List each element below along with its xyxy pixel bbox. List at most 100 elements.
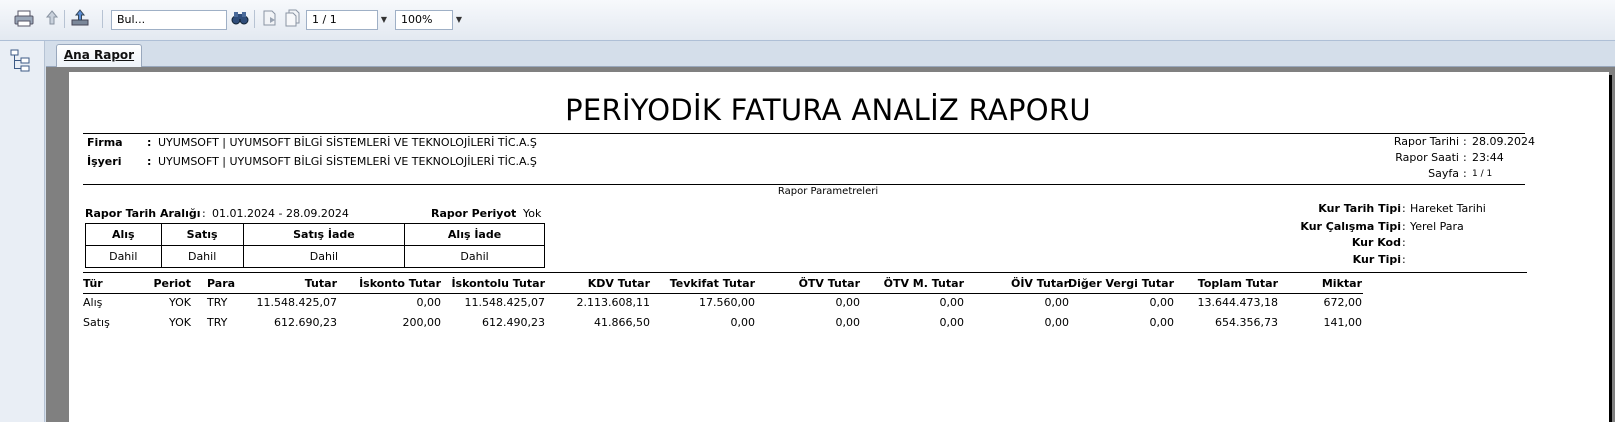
column-header: İskontolu Tutar xyxy=(451,277,545,290)
cell: TRY xyxy=(207,316,228,329)
column-header: Miktar xyxy=(1321,277,1362,290)
cell: 200,00 xyxy=(402,316,442,329)
cell: 654.356,73 xyxy=(1215,316,1278,329)
colon: : xyxy=(147,136,152,149)
header-underline xyxy=(83,293,1363,294)
binoculars-icon[interactable] xyxy=(230,9,252,29)
column-header: Tevkifat Tutar xyxy=(669,277,755,290)
param-header: Satış İade xyxy=(242,223,406,246)
toolbar-separator xyxy=(64,10,65,28)
tab-strip: Ana Rapor xyxy=(46,41,1615,67)
cell: 11.548.425,07 xyxy=(256,296,337,309)
colon: : xyxy=(1463,135,1467,148)
tarih-araligi-label: Rapor Tarih Aralığı xyxy=(85,207,201,220)
column-header: Para xyxy=(207,277,236,290)
firma-value: UYUMSOFT | UYUMSOFT BİLGİ SİSTEMLERİ VE … xyxy=(158,136,537,149)
report-title: PERİYODİK FATURA ANALİZ RAPORU xyxy=(565,93,1091,127)
colon: : xyxy=(513,207,517,220)
tarih-araligi-value: 01.01.2024 - 28.09.2024 xyxy=(212,207,349,220)
report-viewer: PERİYODİK FATURA ANALİZ RAPORU Firma : U… xyxy=(46,67,1615,422)
cell: 17.560,00 xyxy=(699,296,755,309)
report-page: PERİYODİK FATURA ANALİZ RAPORU Firma : U… xyxy=(69,72,1609,422)
colon: : xyxy=(1463,151,1467,164)
toolbar: Bul... 1 / 1 ▼ 100% ▼ xyxy=(0,0,1615,41)
cell: 612.690,23 xyxy=(274,316,337,329)
kur-calisma-tipi-label: Kur Çalışma Tipi xyxy=(1300,220,1401,233)
colon: : xyxy=(1402,202,1406,215)
column-header: İskonto Tutar xyxy=(359,277,441,290)
cell: 0,00 xyxy=(835,296,861,309)
cell: 0,00 xyxy=(416,296,442,309)
cell: 672,00 xyxy=(1323,296,1363,309)
column-header: ÖİV Tutar xyxy=(1010,277,1069,290)
column-header: Tür xyxy=(83,277,103,290)
colon: : xyxy=(1402,253,1406,266)
divider xyxy=(83,133,1525,134)
isyeri-label: İşyeri xyxy=(87,155,122,168)
search-input[interactable]: Bul... xyxy=(111,10,227,30)
colon: : xyxy=(202,207,206,220)
periyot-label: Rapor Periyot xyxy=(431,207,517,220)
cell: 0,00 xyxy=(1044,296,1070,309)
param-header: Alış İade xyxy=(404,223,545,246)
cell: 41.866,50 xyxy=(594,316,650,329)
column-header: Tutar xyxy=(304,277,337,290)
sayfa-label: Sayfa xyxy=(1428,167,1459,180)
kur-kod-label: Kur Kod xyxy=(1351,236,1401,249)
zoom-select[interactable]: 100% xyxy=(395,10,453,30)
chevron-down-icon[interactable]: ▼ xyxy=(453,10,465,30)
colon: : xyxy=(1463,167,1467,180)
chevron-down-icon[interactable]: ▼ xyxy=(378,10,390,30)
upload-icon[interactable] xyxy=(70,9,92,29)
cell: 11.548.425,07 xyxy=(464,296,545,309)
left-pane xyxy=(0,41,45,422)
kur-tarih-tipi-value: Hareket Tarihi xyxy=(1410,202,1486,215)
column-header: Periot xyxy=(153,277,191,290)
toolbar-separator xyxy=(102,10,103,28)
document-map-icon[interactable] xyxy=(8,47,34,73)
column-header: Diğer Vergi Tutar xyxy=(1068,277,1174,290)
cell: 13.644.473,18 xyxy=(1197,296,1278,309)
colon: : xyxy=(147,155,152,168)
rapor-saati-label: Rapor Saati xyxy=(1395,151,1459,164)
colon: : xyxy=(1402,236,1406,249)
param-header: Alış xyxy=(85,223,162,246)
cell: 0,00 xyxy=(1149,316,1175,329)
rapor-tarihi-value: 28.09.2024 xyxy=(1472,135,1535,148)
pages-icon[interactable] xyxy=(283,9,305,29)
param-value: Dahil xyxy=(242,245,406,268)
cell: 0,00 xyxy=(1044,316,1070,329)
column-header: ÖTV M. Tutar xyxy=(883,277,964,290)
cell: 0,00 xyxy=(1149,296,1175,309)
export-icon[interactable] xyxy=(42,9,64,29)
cell: 0,00 xyxy=(939,296,965,309)
cell: YOK xyxy=(169,296,191,309)
periyot-value: Yok xyxy=(523,207,542,220)
column-header: Toplam Tutar xyxy=(1197,277,1278,290)
isyeri-value: UYUMSOFT | UYUMSOFT BİLGİ SİSTEMLERİ VE … xyxy=(158,155,537,168)
kur-tipi-label: Kur Tipi xyxy=(1352,253,1401,266)
param-value: Dahil xyxy=(85,245,162,268)
tab-ana-rapor[interactable]: Ana Rapor xyxy=(56,44,142,67)
divider xyxy=(83,272,1527,273)
cell: 0,00 xyxy=(939,316,965,329)
column-header: KDV Tutar xyxy=(587,277,650,290)
param-table: Alış Satış Satış İade Alış İade Dahil Da… xyxy=(85,223,545,268)
toolbar-separator xyxy=(254,10,255,28)
print-icon[interactable] xyxy=(14,9,36,29)
cell: TRY xyxy=(207,296,228,309)
cell: 612.490,23 xyxy=(482,316,545,329)
firma-label: Firma xyxy=(87,136,123,149)
kur-tarih-tipi-label: Kur Tarih Tipi xyxy=(1318,202,1401,215)
kur-calisma-tipi-value: Yerel Para xyxy=(1410,220,1464,233)
param-value: Dahil xyxy=(160,245,244,268)
colon: : xyxy=(1402,220,1406,233)
cell: 0,00 xyxy=(730,316,756,329)
page-select[interactable]: 1 / 1 xyxy=(306,10,378,30)
param-value: Dahil xyxy=(404,245,545,268)
param-header: Satış xyxy=(160,223,244,246)
cell: YOK xyxy=(169,316,191,329)
page-icon[interactable] xyxy=(260,9,282,29)
cell: 0,00 xyxy=(835,316,861,329)
cell: Alış xyxy=(83,296,103,309)
